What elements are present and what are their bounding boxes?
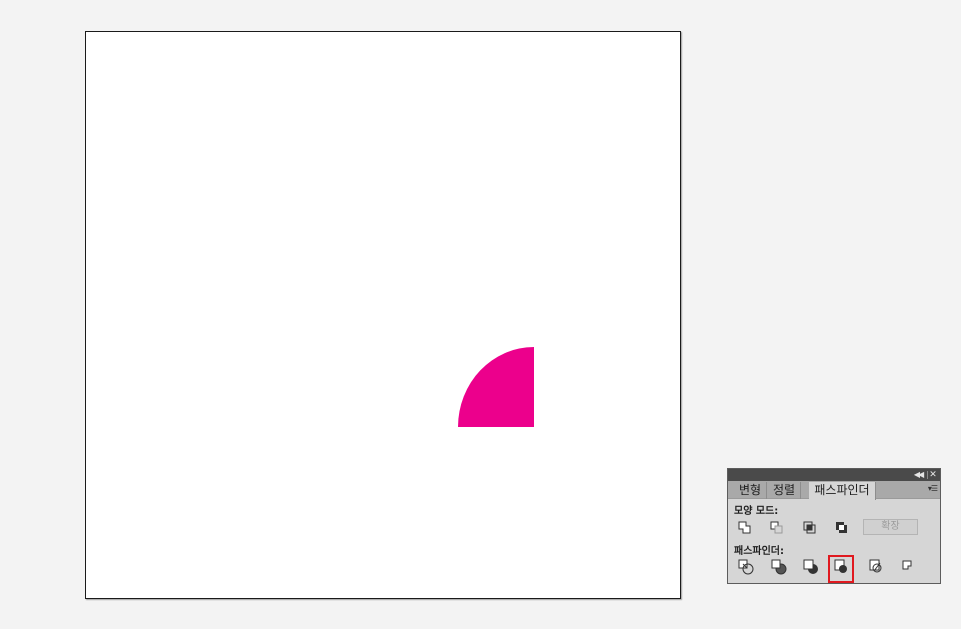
tab-pathfinder[interactable]: 패스파인더 (809, 482, 876, 500)
pathfinder-panel: ◀◀ ✕ 변형 정렬 패스파인더 ▾☰ 모양 모드: 확장 패스파인더: (727, 468, 941, 584)
collapse-icon[interactable]: ◀◀ (912, 469, 924, 481)
shape-modes-label: 모양 모드: (734, 506, 779, 517)
tab-align[interactable]: 정렬 (768, 482, 801, 499)
expand-button[interactable]: 확장 (863, 519, 918, 535)
trim-icon[interactable] (770, 558, 788, 576)
tab-transform[interactable]: 변형 (734, 482, 767, 499)
panel-tab-row: 변형 정렬 패스파인더 ▾☰ (728, 481, 940, 500)
panel-menu-icon[interactable]: ▾☰ (928, 484, 938, 493)
close-icon[interactable]: ✕ (928, 469, 938, 481)
quarter-circle-shape[interactable] (458, 347, 535, 428)
minus-back-icon[interactable] (899, 558, 917, 576)
crop-highlight-box (828, 555, 854, 583)
unite-icon[interactable] (736, 519, 754, 537)
artboard[interactable] (85, 31, 681, 599)
divide-icon[interactable] (737, 558, 755, 576)
outline-icon[interactable] (867, 558, 885, 576)
panel-titlebar[interactable]: ◀◀ ✕ (728, 469, 940, 481)
exclude-icon[interactable] (833, 519, 851, 537)
intersect-icon[interactable] (801, 519, 819, 537)
merge-icon[interactable] (802, 558, 820, 576)
minus-front-icon[interactable] (768, 519, 786, 537)
pathfinders-label: 패스파인더: (734, 546, 784, 557)
